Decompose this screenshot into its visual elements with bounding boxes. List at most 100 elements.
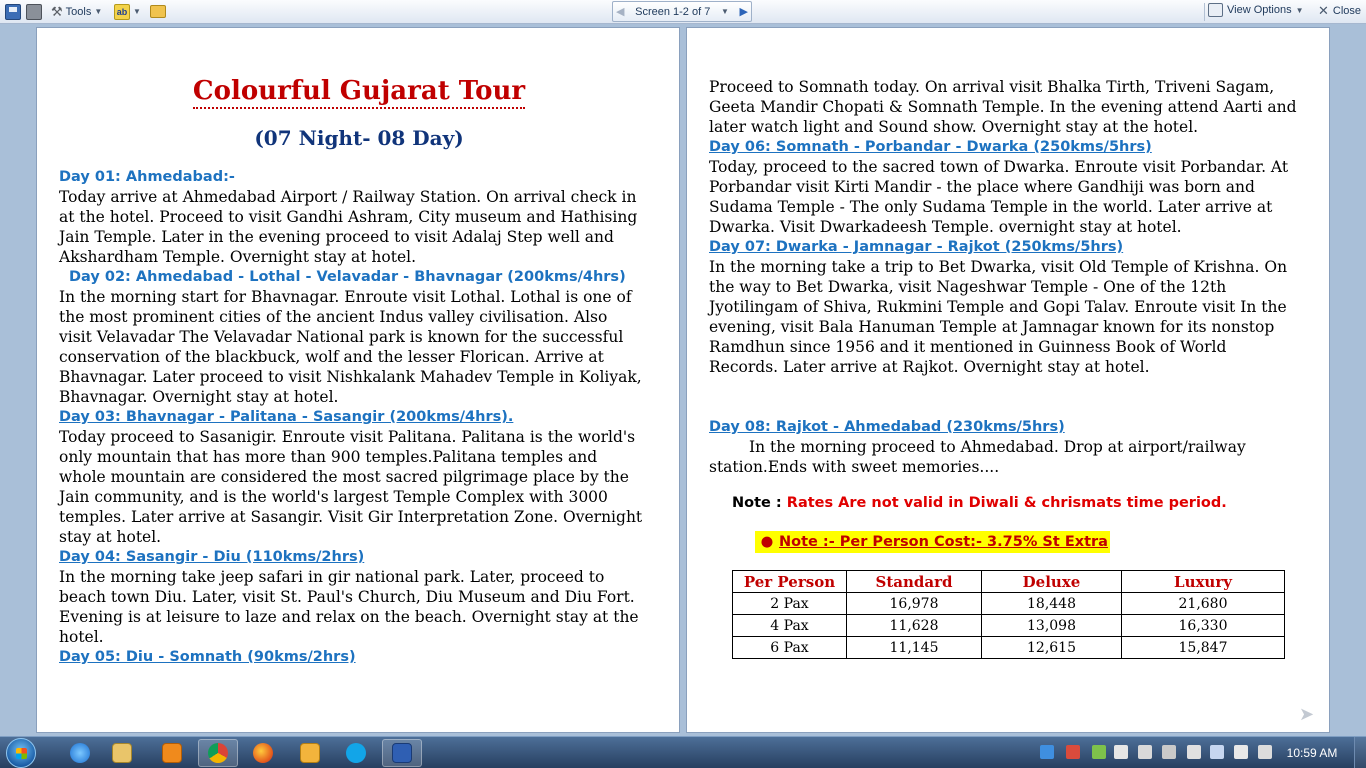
column-header: Standard <box>846 570 982 593</box>
day-heading: Day 08: Rajkot - Ahmedabad (230kms/5hrs) <box>709 419 1065 435</box>
service-tax-note: ● Note :- Per Person Cost:- 3.75% St Extr… <box>755 531 1110 553</box>
view-options-button[interactable]: View Options ▼ <box>1208 3 1304 17</box>
action-center-flag-icon[interactable] <box>1138 745 1152 759</box>
table-cell: 15,847 <box>1121 636 1285 659</box>
document-page-left: Colourful Gujarat Tour (07 Night- 08 Day… <box>36 27 680 733</box>
table-cell: 18,448 <box>981 592 1122 615</box>
skype-icon <box>346 743 366 763</box>
screen-indicator[interactable]: Screen 1-2 of 7 <box>635 6 710 18</box>
bullet-icon: ● <box>760 534 774 550</box>
close-icon: ✕ <box>1318 3 1329 18</box>
table-cell: 2 Pax <box>732 592 847 615</box>
previous-screen-icon[interactable]: ◀ <box>616 5 624 18</box>
day-heading: Day 02: Ahmedabad - Lothal - Velavadar -… <box>69 269 626 285</box>
chevron-down-icon: ▼ <box>133 7 141 16</box>
table-cell: 11,145 <box>846 636 982 659</box>
toolbar-divider <box>1204 3 1205 21</box>
print-icon[interactable] <box>26 3 42 20</box>
table-cell: 16,330 <box>1121 614 1285 637</box>
spelling-check-icon: ab <box>114 3 130 20</box>
day-heading: Day 07: Dwarka - Jamnagar - Rajkot (250k… <box>709 239 1124 255</box>
itinerary-column-right: Proceed to Somnath today. On arrival vis… <box>709 77 1299 477</box>
column-header: Per Person <box>732 570 847 593</box>
word-icon <box>392 743 412 763</box>
save-icon[interactable] <box>5 3 21 20</box>
day-description: Proceed to Somnath today. On arrival vis… <box>709 78 1297 136</box>
table-row: 6 Pax 11,145 12,615 15,847 <box>732 636 1285 659</box>
day-description: In the morning start for Bhavnagar. Enro… <box>59 288 642 406</box>
day-description: In the morning take jeep safari in gir n… <box>59 568 639 646</box>
day-description: Today arrive at Ahmedabad Airport / Rail… <box>59 188 638 266</box>
note-label: Note : <box>732 495 782 511</box>
messenger-icon <box>300 743 320 763</box>
start-button[interactable] <box>6 738 36 768</box>
taskbar-internet-explorer[interactable] <box>60 739 100 767</box>
folder-icon[interactable] <box>150 5 166 18</box>
rates-validity-note: Note : Rates Are not valid in Diwali & c… <box>732 495 1227 511</box>
taskbar-messenger[interactable] <box>290 739 330 767</box>
day-heading: Day 06: Somnath - Porbandar - Dwarka (25… <box>709 139 1152 155</box>
next-page-arrow-icon[interactable]: ➤ <box>1299 704 1314 725</box>
table-cell: 4 Pax <box>732 614 847 637</box>
folder-icon <box>112 743 132 763</box>
chevron-down-icon: ▼ <box>94 7 103 16</box>
table-cell: 11,628 <box>846 614 982 637</box>
tour-duration: (07 Night- 08 Day) <box>254 126 464 150</box>
price-table: Per Person Standard Deluxe Luxury 2 Pax … <box>732 570 1285 659</box>
system-clock[interactable]: 10:59 AM <box>1282 746 1342 760</box>
show-desktop-button[interactable] <box>1354 737 1366 768</box>
tray-app-icon[interactable] <box>1162 745 1176 759</box>
day-description: Today, proceed to the sacred town of Dwa… <box>709 158 1289 236</box>
day-heading: Day 03: Bhavnagar - Palitana - Sasangir … <box>59 409 514 425</box>
day-heading: Day 04: Sasangir - Diu (110kms/2hrs) <box>59 549 365 565</box>
table-cell: 6 Pax <box>732 636 847 659</box>
spelling-button[interactable]: ab ▼ <box>114 3 141 20</box>
table-cell: 13,098 <box>981 614 1122 637</box>
network-status-icon[interactable] <box>1040 745 1054 759</box>
close-reading-button[interactable]: ✕ Close <box>1318 3 1361 19</box>
next-screen-icon[interactable]: ▶ <box>740 5 748 18</box>
table-cell: 12,615 <box>981 636 1122 659</box>
column-header: Luxury <box>1121 570 1285 593</box>
bluetooth-icon[interactable] <box>1210 745 1224 759</box>
tray-app-icon[interactable] <box>1114 745 1128 759</box>
tour-title: Colourful Gujarat Tour <box>37 76 679 109</box>
signal-strength-icon[interactable] <box>1234 745 1248 759</box>
internet-explorer-icon <box>70 743 90 763</box>
note-text: Rates Are not valid in Diwali & chrismat… <box>786 495 1227 511</box>
screen-navigator: ◀ Screen 1-2 of 7 ▼ ▶ <box>612 1 752 22</box>
table-header-row: Per Person Standard Deluxe Luxury <box>732 570 1285 593</box>
close-label: Close <box>1332 5 1362 17</box>
tools-menu-button[interactable]: ⚒ Tools ▼ <box>51 3 102 20</box>
taskbar-word[interactable] <box>382 739 422 767</box>
table-row: 2 Pax 16,978 18,448 21,680 <box>732 592 1285 615</box>
antivirus-icon[interactable] <box>1066 745 1080 759</box>
reading-toolbar: ⚒ Tools ▼ ab ▼ ◀ Screen 1-2 of 7 ▼ ▶ Vie… <box>0 0 1366 24</box>
day-heading: Day 05: Diu - Somnath (90kms/2hrs) <box>59 649 356 665</box>
chevron-down-icon: ▼ <box>1295 5 1304 15</box>
view-options-icon <box>1208 3 1223 17</box>
chevron-down-icon[interactable]: ▼ <box>721 7 729 16</box>
table-row: 4 Pax 11,628 13,098 16,330 <box>732 614 1285 637</box>
chrome-icon <box>208 743 228 763</box>
taskbar-skype[interactable] <box>336 739 376 767</box>
volume-icon[interactable] <box>1258 745 1272 759</box>
firefox-icon <box>253 743 273 763</box>
windows-taskbar: 10:59 AM <box>0 736 1366 768</box>
itinerary-column-left: Day 01: Ahmedabad:- Today arrive at Ahme… <box>59 167 643 667</box>
document-page-right: Proceed to Somnath today. On arrival vis… <box>686 27 1330 733</box>
battery-icon[interactable] <box>1187 745 1201 759</box>
day-description: In the morning proceed to Ahmedabad. Dro… <box>709 438 1246 476</box>
table-cell: 16,978 <box>846 592 982 615</box>
view-options-label: View Options <box>1227 4 1292 16</box>
day-description: Today proceed to Sasanigir. Enroute visi… <box>59 428 643 546</box>
blank-spacer <box>709 377 1299 417</box>
taskbar-chrome[interactable] <box>198 739 238 767</box>
tray-app-icon[interactable] <box>1092 745 1106 759</box>
taskbar-windows-explorer[interactable] <box>102 739 142 767</box>
day-description: In the morning take a trip to Bet Dwarka… <box>709 258 1288 376</box>
taskbar-firefox[interactable] <box>243 739 283 767</box>
table-cell: 21,680 <box>1121 592 1285 615</box>
taskbar-media-player[interactable] <box>152 739 192 767</box>
wrench-icon: ⚒ <box>51 3 63 19</box>
